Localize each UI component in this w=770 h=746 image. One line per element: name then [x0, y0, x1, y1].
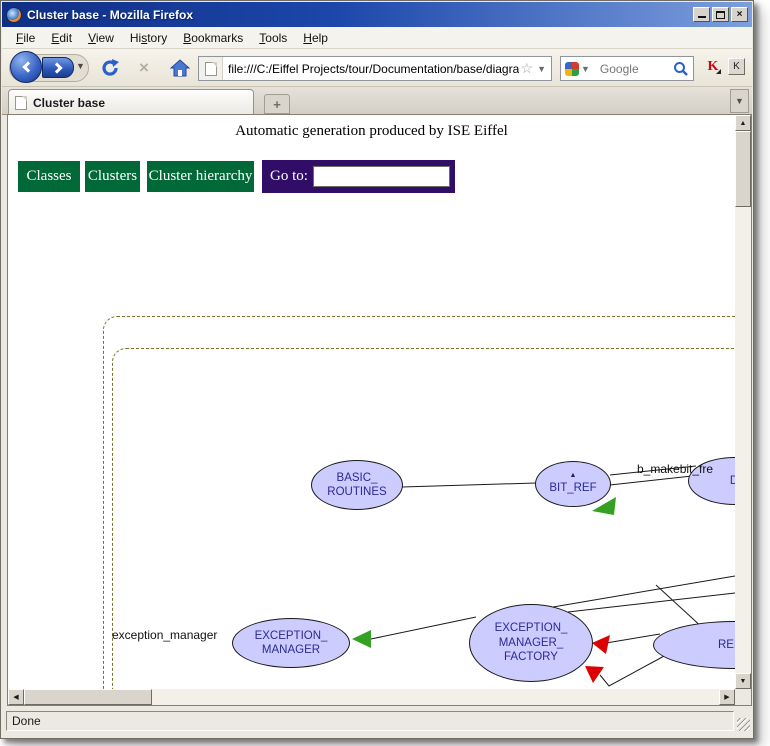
menu-bookmarks[interactable]: Bookmarks	[175, 28, 251, 48]
screenshot-stage: Cluster base - Mozilla Firefox × File Ed…	[0, 0, 770, 746]
back-forward-dropdown[interactable]: ▼	[76, 61, 85, 71]
forward-icon	[51, 62, 62, 73]
tab-strip: Cluster base + ▼	[2, 87, 752, 115]
page-icon	[205, 62, 217, 76]
scroll-left-icon: ◀	[13, 693, 18, 701]
new-tab-button[interactable]: +	[264, 94, 290, 114]
close-icon: ×	[737, 10, 743, 20]
minimize-button[interactable]	[693, 7, 710, 22]
navigation-toolbar: ▼ × ☆ ▼ ▼	[2, 49, 752, 87]
close-button[interactable]: ×	[731, 7, 748, 22]
status-field: Done	[6, 711, 734, 731]
edge-factory-refa	[606, 634, 660, 643]
minimize-icon	[698, 15, 706, 18]
tab-page-icon	[15, 96, 27, 110]
stop-icon: ×	[139, 58, 149, 78]
red-arrowhead-factory-right	[592, 635, 610, 654]
url-bar[interactable]: ☆ ▼	[198, 56, 552, 81]
scroll-up-button[interactable]: ▲	[735, 115, 751, 131]
green-arrowhead-manager	[352, 630, 371, 648]
search-bar[interactable]: ▼	[560, 56, 694, 81]
google-engine-icon[interactable]	[565, 62, 579, 76]
vertical-scroll-thumb[interactable]	[735, 131, 751, 207]
scroll-up-icon: ▲	[740, 120, 747, 127]
tab-cluster-base[interactable]: Cluster base	[8, 89, 254, 115]
forward-button[interactable]	[42, 57, 74, 78]
node-exception-manager-factory[interactable]: EXCEPTION_ MANAGER_ FACTORY	[469, 604, 593, 682]
scroll-right-button[interactable]: ▶	[719, 689, 735, 705]
scrollbar-corner	[735, 689, 751, 705]
red-arrowhead-factory-bottom	[585, 666, 604, 683]
search-input[interactable]	[595, 62, 673, 76]
edge-label-exception-manager: exception_manager	[112, 628, 217, 642]
resize-grip[interactable]	[737, 718, 750, 731]
edge-factory-out-lower	[568, 593, 735, 612]
edge-label-b-makebit: b_makebit_fre	[637, 462, 713, 476]
home-button[interactable]	[168, 56, 192, 80]
edge-into-refa-top	[656, 585, 704, 629]
window-title: Cluster base - Mozilla Firefox	[27, 8, 691, 22]
edge-factory-out-upper	[553, 576, 735, 607]
menu-help[interactable]: Help	[295, 28, 336, 48]
back-icon	[22, 61, 33, 72]
status-bar: Done	[4, 708, 752, 735]
edge-bitref-d-lower	[610, 476, 692, 485]
edge-basic-bitref	[402, 483, 536, 487]
site-identity-box[interactable]	[199, 57, 223, 80]
reload-icon	[100, 58, 120, 78]
reload-button[interactable]	[98, 56, 122, 80]
bookmark-star-icon[interactable]: ☆	[519, 60, 536, 77]
page-viewport: Automatic generation produced by ISE Eif…	[8, 115, 735, 689]
menu-file[interactable]: File	[8, 28, 43, 48]
firefox-window: Cluster base - Mozilla Firefox × File Ed…	[0, 0, 754, 739]
menu-history[interactable]: History	[122, 28, 175, 48]
url-dropdown-icon[interactable]: ▼	[535, 64, 551, 74]
back-button[interactable]	[10, 51, 42, 83]
node-basic-routines[interactable]: BASIC_ ROUTINES	[311, 460, 403, 510]
search-engine-dropdown-icon[interactable]: ▼	[579, 64, 595, 74]
horizontal-scrollbar[interactable]: ◀ ▶	[8, 689, 735, 705]
status-text: Done	[7, 714, 41, 728]
search-magnifier-icon[interactable]	[673, 61, 689, 77]
firefox-logo-icon	[6, 7, 22, 23]
kaspersky-icon[interactable]: K	[704, 58, 722, 76]
edge-factory-refa-v	[600, 655, 666, 686]
maximize-button[interactable]	[712, 7, 729, 22]
menu-bar: File Edit View History Bookmarks Tools H…	[2, 27, 752, 49]
list-all-tabs-button[interactable]: ▼	[730, 89, 749, 113]
k-toolbar-button[interactable]: K	[728, 58, 745, 75]
vertical-scrollbar[interactable]: ▲ ▼	[735, 115, 751, 689]
tab-label: Cluster base	[33, 96, 105, 110]
url-input[interactable]	[223, 62, 519, 76]
stop-button[interactable]: ×	[132, 56, 156, 80]
node-exception-manager[interactable]: EXCEPTION_ MANAGER	[232, 618, 350, 668]
title-bar[interactable]: Cluster base - Mozilla Firefox ×	[2, 2, 752, 27]
scroll-down-icon: ▼	[740, 678, 747, 685]
diagram-edges	[8, 115, 735, 689]
edge-manager-factory	[371, 617, 476, 639]
content-frame: Automatic generation produced by ISE Eif…	[7, 114, 752, 706]
home-icon	[170, 59, 190, 77]
maximize-icon	[716, 11, 725, 19]
deferred-marker-icon: ▲	[570, 472, 577, 479]
menu-view[interactable]: View	[80, 28, 122, 48]
menu-tools[interactable]: Tools	[251, 28, 295, 48]
node-bit-ref[interactable]: ▲ BIT_REF	[535, 461, 611, 507]
scroll-left-button[interactable]: ◀	[8, 689, 24, 705]
menu-edit[interactable]: Edit	[43, 28, 80, 48]
scroll-down-button[interactable]: ▼	[735, 673, 751, 689]
horizontal-scroll-thumb[interactable]	[24, 689, 152, 705]
scroll-right-icon: ▶	[724, 693, 729, 701]
